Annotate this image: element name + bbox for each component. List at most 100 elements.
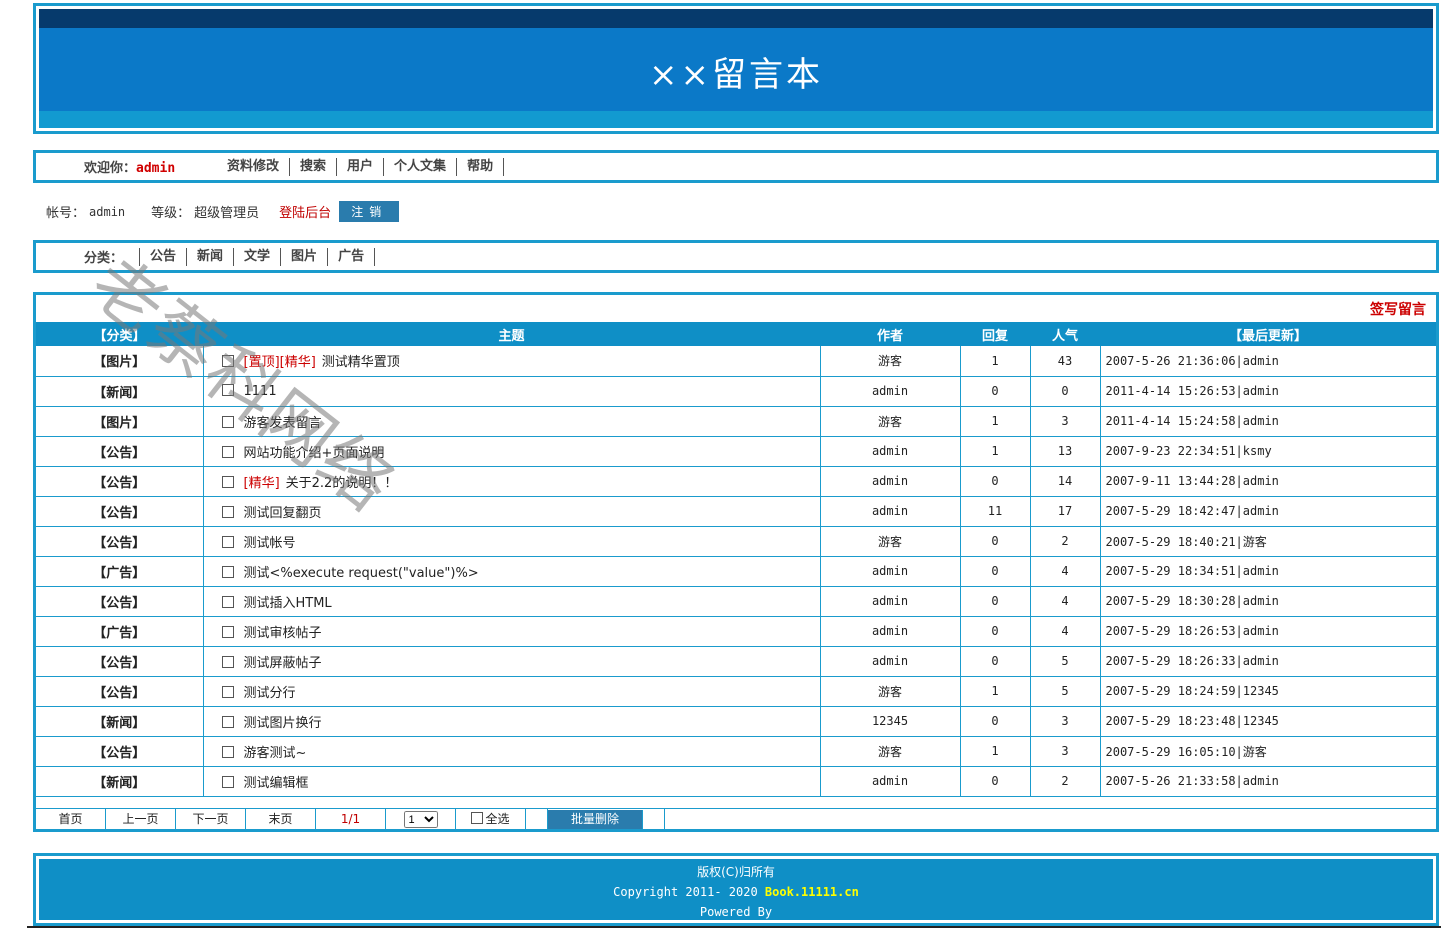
row-author[interactable]: admin (820, 466, 961, 497)
row-category[interactable]: 【新闻】 (36, 766, 204, 797)
row-subject-link[interactable]: 测试插入HTML (244, 596, 332, 611)
pager-last[interactable]: 末页 (246, 808, 316, 830)
pager-next[interactable]: 下一页 (176, 808, 246, 830)
row-checkbox[interactable] (221, 715, 234, 728)
category-literature[interactable]: 文学 (233, 247, 280, 266)
table-row[interactable]: 【新闻】 1111 admin 0 0 2011-4-14 15:26:53|admin (36, 376, 1436, 407)
row-author[interactable]: 游客 (820, 346, 961, 377)
row-checkbox[interactable] (221, 565, 234, 578)
row-subject-link[interactable]: 测试帐号 (244, 536, 296, 551)
row-checkbox[interactable] (221, 383, 234, 396)
row-subject-link[interactable]: 测试分行 (244, 686, 296, 701)
row-author[interactable]: 游客 (820, 406, 961, 437)
row-checkbox[interactable] (221, 445, 234, 458)
row-author[interactable]: admin (820, 646, 961, 677)
row-subject-link[interactable]: 测试精华置顶 (322, 355, 400, 370)
row-checkbox[interactable] (221, 655, 234, 668)
table-row[interactable]: 【公告】 测试帐号 游客 0 2 2007-5-29 18:40:21|游客 (36, 526, 1436, 557)
row-checkbox[interactable] (221, 475, 234, 488)
category-ads[interactable]: 广告 (327, 247, 376, 266)
table-row[interactable]: 【公告】 测试分行 游客 1 5 2007-5-29 18:24:59|12345 (36, 676, 1436, 707)
row-category[interactable]: 【公告】 (36, 586, 204, 617)
row-category[interactable]: 【公告】 (36, 436, 204, 467)
table-row[interactable]: 【公告】 测试屏蔽帖子 admin 0 5 2007-5-29 18:26:33|admi… (36, 646, 1436, 677)
row-category[interactable]: 【公告】 (36, 736, 204, 767)
row-author[interactable]: 12345 (820, 706, 961, 737)
user-nav-links: 资料修改 搜索 用户 个人文集 帮助 (227, 157, 505, 176)
row-subject-link[interactable]: 关于2.2的说明！！ (286, 476, 398, 491)
row-subject-link[interactable]: 1111 (244, 384, 277, 399)
table-row[interactable]: 【公告】 测试插入HTML admin 0 4 2007-5-29 18:30:28|ad… (36, 586, 1436, 617)
row-author[interactable]: admin (820, 766, 961, 797)
row-checkbox[interactable] (221, 505, 234, 518)
row-author[interactable]: admin (820, 586, 961, 617)
row-subject-link[interactable]: 测试审核帖子 (244, 626, 322, 641)
row-author[interactable]: admin (820, 436, 961, 467)
table-row[interactable]: 【广告】 测试审核帖子 admin 0 4 2007-5-29 18:26:53|admi… (36, 616, 1436, 647)
table-row[interactable]: 【公告】 网站功能介绍+页面说明 admin 1 13 2007-9-23 22:34:5… (36, 436, 1436, 467)
row-category[interactable]: 【图片】 (36, 406, 204, 437)
row-checkbox[interactable] (221, 685, 234, 698)
row-checkbox[interactable] (221, 595, 234, 608)
welcome-username[interactable]: admin (136, 161, 175, 176)
row-checkbox[interactable] (221, 625, 234, 638)
pager-first[interactable]: 首页 (36, 808, 106, 830)
row-checkbox[interactable] (221, 745, 234, 758)
row-author[interactable]: admin (820, 616, 961, 647)
row-category[interactable]: 【广告】 (36, 556, 204, 587)
footer-site-link[interactable]: Book.11111.cn (765, 885, 859, 899)
batch-delete-button[interactable]: 批量删除 (548, 810, 643, 829)
admin-login-link[interactable]: 登陆后台 (279, 202, 331, 221)
table-row[interactable]: 【新闻】 测试编辑框 admin 0 2 2007-5-26 21:33:58|admin (36, 766, 1436, 797)
row-checkbox[interactable] (221, 775, 234, 788)
table-row[interactable]: 【图片】 游客发表留言 游客 1 3 2011-4-14 15:24:58|admin (36, 406, 1436, 437)
select-all-checkbox[interactable] (471, 811, 484, 824)
pager-prev[interactable]: 上一页 (106, 808, 176, 830)
row-checkbox[interactable] (221, 535, 234, 548)
row-subject-link[interactable]: 游客测试~ (244, 746, 307, 761)
row-category[interactable]: 【广告】 (36, 616, 204, 647)
row-category[interactable]: 【公告】 (36, 646, 204, 677)
row-subject-link[interactable]: 测试<%execute request("value")%> (244, 566, 479, 581)
nav-profile-edit[interactable]: 资料修改 (227, 157, 291, 176)
row-subject-link[interactable]: 游客发表留言 (244, 416, 322, 431)
logout-button[interactable]: 注销 (339, 201, 400, 222)
row-author[interactable]: admin (820, 376, 961, 407)
table-row[interactable]: 【图片】 [置顶][精华] 测试精华置顶 游客 1 43 2007-5-26 21:36:0… (36, 346, 1436, 377)
category-pictures[interactable]: 图片 (280, 247, 327, 266)
row-subject-link[interactable]: 测试编辑框 (244, 776, 309, 791)
category-announcement[interactable]: 公告 (139, 247, 186, 266)
row-subject-link[interactable]: 网站功能介绍+页面说明 (244, 446, 385, 461)
nav-search[interactable]: 搜索 (290, 157, 338, 176)
nav-users[interactable]: 用户 (337, 157, 385, 176)
row-category[interactable]: 【公告】 (36, 496, 204, 527)
nav-help[interactable]: 帮助 (457, 157, 505, 176)
row-category[interactable]: 【新闻】 (36, 706, 204, 737)
row-author[interactable]: 游客 (820, 526, 961, 557)
table-row[interactable]: 【广告】 测试<%execute request("value")%> admin 0… (36, 556, 1436, 587)
row-subject-link[interactable]: 测试屏蔽帖子 (244, 656, 322, 671)
row-subject-link[interactable]: 测试回复翻页 (244, 506, 322, 521)
table-row[interactable]: 【公告】 测试回复翻页 admin 11 17 2007-5-29 18:42:47|ad… (36, 496, 1436, 527)
row-last-updated: 2007-5-29 18:23:48|12345 (1100, 706, 1436, 737)
nav-personal-articles[interactable]: 个人文集 (384, 157, 458, 176)
row-category[interactable]: 【公告】 (36, 526, 204, 557)
write-message-link[interactable]: 签写留言 (1370, 299, 1426, 319)
row-author[interactable]: admin (820, 556, 961, 587)
select-all-wrap[interactable]: 全选 (456, 808, 526, 830)
table-row[interactable]: 【公告】 [精华] 关于2.2的说明！！ admin 0 14 2007-9-11 13:4… (36, 466, 1436, 497)
row-category[interactable]: 【图片】 (36, 346, 204, 377)
row-checkbox[interactable] (221, 355, 234, 368)
category-news[interactable]: 新闻 (186, 247, 233, 266)
table-row[interactable]: 【公告】 游客测试~ 游客 1 3 2007-5-29 16:05:10|游客 (36, 736, 1436, 767)
row-author[interactable]: 游客 (820, 736, 961, 767)
row-category[interactable]: 【新闻】 (36, 376, 204, 407)
page-select[interactable]: 1 (403, 811, 438, 828)
row-subject-link[interactable]: 测试图片换行 (244, 716, 322, 731)
row-author[interactable]: admin (820, 496, 961, 527)
row-author[interactable]: 游客 (820, 676, 961, 707)
table-row[interactable]: 【新闻】 测试图片换行 12345 0 3 2007-5-29 18:23:48|1234… (36, 706, 1436, 737)
row-category[interactable]: 【公告】 (36, 676, 204, 707)
row-category[interactable]: 【公告】 (36, 466, 204, 497)
row-checkbox[interactable] (221, 415, 234, 428)
